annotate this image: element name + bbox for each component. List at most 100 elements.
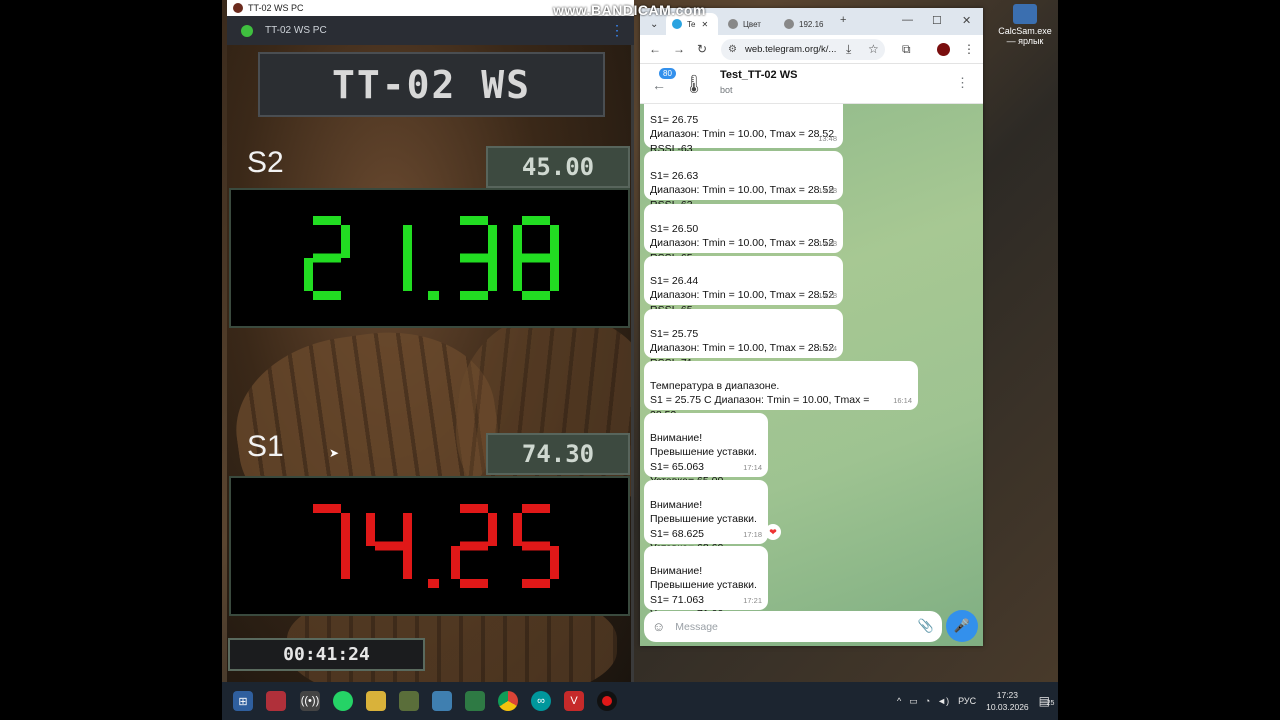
vivaldi-app-icon[interactable]: V	[564, 691, 584, 711]
digit-segment	[312, 504, 341, 513]
message-input[interactable]: ☺ Message 📎	[644, 611, 942, 642]
extensions-icon[interactable]: ⧉	[902, 42, 911, 57]
app-scrollbar[interactable]	[631, 45, 634, 682]
message-bubble[interactable]: S1= 26.75 Диапазон: Tmin = 10.00, Tmax =…	[644, 104, 843, 155]
app-menu-icon[interactable]: ⋮	[610, 23, 624, 37]
archive-app-icon[interactable]	[266, 691, 286, 711]
new-tab-button[interactable]: +	[840, 14, 846, 26]
sensor-s1-setpoint[interactable]: 74.30	[486, 433, 630, 475]
decimal-point-segment	[427, 579, 439, 588]
globe-icon	[728, 19, 738, 29]
digit-segment	[512, 513, 522, 546]
chrome-icon[interactable]	[498, 691, 518, 711]
wireless-app-icon[interactable]: ((•))	[300, 691, 320, 711]
message-bubble[interactable]: S1= 26.63 Диапазон: Tmin = 10.00, Tmax =…	[644, 151, 843, 211]
digit-segment	[450, 546, 460, 579]
sensor-s2-setpoint[interactable]: 45.00	[486, 146, 630, 188]
message-time: 14:08	[818, 238, 837, 248]
thermometer-icon[interactable]: 🌡	[683, 71, 706, 97]
digit-segment	[521, 504, 550, 513]
back-arrow-icon[interactable]: ←	[649, 42, 661, 56]
mouse-cursor-icon: ➤	[329, 446, 340, 460]
message-text: S1= 26.75 Диапазон: Tmin = 10.00, Tmax =…	[650, 114, 835, 155]
digit-segment	[487, 513, 497, 546]
tab-local-ip[interactable]: 192.16	[778, 13, 834, 35]
record-dot-icon	[602, 696, 612, 706]
emoji-icon[interactable]: ☺	[652, 619, 665, 634]
maximize-button[interactable]: ☐	[932, 14, 942, 27]
digit-segment	[402, 225, 412, 258]
message-bubble[interactable]: Температура в диапазоне. S1 = 25.75 C Ди…	[644, 361, 918, 421]
git-app-icon[interactable]	[399, 691, 419, 711]
elapsed-timer: 00:41:24	[228, 638, 425, 671]
decimal-point-segment	[427, 291, 439, 300]
digit-segment	[312, 291, 341, 300]
folder-app-icon[interactable]	[366, 691, 386, 711]
message-placeholder: Message	[675, 620, 718, 633]
chat-name[interactable]: Test_TT-02 WS	[720, 69, 797, 81]
attach-icon[interactable]: 📎	[918, 618, 934, 634]
display-icon[interactable]: ▭	[909, 696, 918, 707]
bookmark-star-icon[interactable]: ☆	[868, 42, 879, 56]
close-icon[interactable]: ✕	[701, 20, 708, 29]
desktop-shortcut-label: CalcSam.exe — ярлык	[998, 26, 1052, 46]
message-bubble[interactable]: S1= 26.44 Диапазон: Tmin = 10.00, Tmax =…	[644, 256, 843, 316]
digit-segment	[459, 579, 488, 588]
telegram-chat-header: ← 80 🌡 Test_TT-02 WS bot ⋮	[640, 64, 983, 104]
clock-date: 10.03.2026	[986, 702, 1029, 712]
wifi-icon[interactable]: ◔	[925, 696, 930, 706]
editor-app-icon[interactable]	[465, 691, 485, 711]
microphone-button[interactable]: 🎤	[946, 610, 978, 642]
digit-segment	[459, 291, 488, 300]
system-tray: ^ ▭ ◔ ◄) РУС 17:23 10.03.2026 ▤ 25	[897, 682, 1055, 720]
sensor-s2-value-display	[303, 216, 559, 300]
language-indicator[interactable]: РУС	[958, 696, 976, 706]
start-icon[interactable]: ⊞	[233, 691, 253, 711]
browser-menu-icon[interactable]: ⋮	[963, 42, 975, 56]
taskbar: ⊞ ((•)) ∞ V ^ ▭ ◔ ◄) РУС 17:23 10.03.202…	[222, 682, 1058, 720]
message-bubble[interactable]: Внимание! Превышение уставки. S1= 68.625…	[644, 480, 768, 554]
digit-segment	[374, 541, 403, 551]
back-icon[interactable]: ←	[652, 77, 666, 93]
tab-color[interactable]: Цвет	[722, 13, 774, 35]
message-bubble[interactable]: S1= 25.75 Диапазон: Tmin = 10.00, Tmax =…	[644, 309, 843, 369]
digit-segment	[459, 504, 488, 513]
record-app-icon[interactable]	[597, 691, 617, 711]
chat-messages[interactable]: S1= 26.75 Диапазон: Tmin = 10.00, Tmax =…	[640, 104, 983, 646]
close-window-button[interactable]: ✕	[962, 14, 971, 27]
digit-segment	[459, 541, 488, 551]
message-bubble[interactable]: Внимание! Превышение уставки. S1= 71.063…	[644, 546, 768, 620]
digit-segment	[340, 513, 350, 546]
volume-icon[interactable]: ◄)	[937, 696, 949, 706]
taskbar-clock[interactable]: 17:23 10.03.2026	[986, 689, 1029, 713]
message-time: 13:58	[818, 185, 837, 195]
tray-chevron-icon[interactable]: ^	[897, 696, 901, 706]
notifications-icon[interactable]: ▤ 25	[1039, 694, 1055, 708]
arduino-icon[interactable]: ∞	[531, 691, 551, 711]
message-bubble[interactable]: Внимание! Превышение уставки. S1= 65.063…	[644, 413, 768, 487]
message-bubble[interactable]: S1= 26.50 Диапазон: Tmin = 10.00, Tmax =…	[644, 204, 843, 264]
address-bar[interactable]: ⚙ web.telegram.org/k/...	[721, 39, 885, 60]
desktop-shortcut-calcsam[interactable]: CalcSam.exe — ярлык	[995, 4, 1055, 46]
connection-status-icon	[241, 24, 253, 37]
digit-segment	[402, 258, 412, 291]
install-app-icon[interactable]: ⤓	[846, 42, 851, 57]
chat-menu-icon[interactable]: ⋮	[956, 75, 969, 91]
digit-segment	[402, 513, 412, 546]
app-dashboard: TT-02 WS S2 45.00 S1 74.30 00:41:24	[227, 45, 634, 682]
reload-icon[interactable]: ↻	[697, 42, 707, 56]
digit-segment	[521, 579, 550, 588]
forward-arrow-icon[interactable]: →	[673, 42, 685, 56]
heart-reaction-icon[interactable]: ❤	[765, 524, 781, 540]
whatsapp-icon[interactable]	[333, 691, 353, 711]
notepad-app-icon[interactable]	[432, 691, 452, 711]
digit-segment	[365, 513, 375, 546]
message-time: 16:14	[893, 395, 912, 405]
calcsam-icon	[1013, 4, 1037, 24]
site-info-icon[interactable]: ⚙	[728, 44, 737, 55]
device-title: TT-02 WS	[258, 52, 605, 117]
minimize-button[interactable]: —	[902, 14, 913, 26]
chat-subtitle: bot	[720, 85, 733, 95]
profile-avatar[interactable]	[937, 43, 950, 56]
digit-segment	[459, 253, 488, 263]
